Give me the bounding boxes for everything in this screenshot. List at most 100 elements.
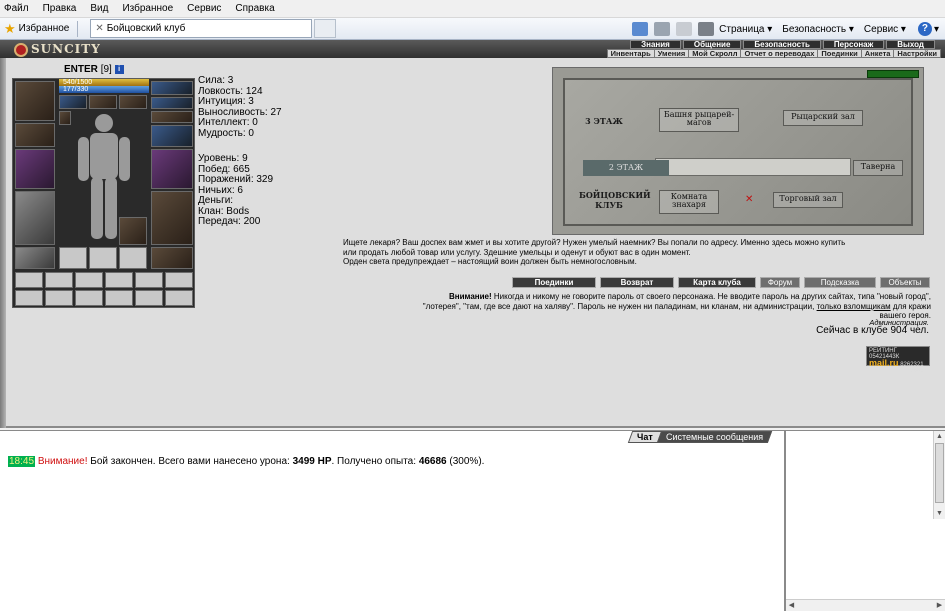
hint-button[interactable]: Подсказка (804, 277, 876, 288)
potion-slot-9[interactable] (75, 290, 103, 306)
menu-edit[interactable]: Правка (43, 3, 77, 14)
subnav-inventory[interactable]: Инвентарь (608, 50, 655, 58)
menu-bar: Файл Правка Вид Избранное Сервис Справка (0, 0, 945, 18)
subnav-skills[interactable]: Умения (655, 50, 690, 58)
scroll-left-icon[interactable]: ◀ (786, 600, 797, 611)
potion-slot-12[interactable] (165, 290, 193, 306)
legs-slot[interactable] (151, 191, 193, 245)
feeds-icon[interactable] (654, 22, 671, 36)
amulet-slot[interactable] (59, 95, 87, 109)
bag-slot-2[interactable] (89, 247, 117, 269)
potion-slot-7[interactable] (15, 290, 43, 306)
character-level: [9] (100, 64, 112, 75)
ring-slot-1[interactable] (89, 95, 117, 109)
browser-window: Файл Правка Вид Избранное Сервис Справка… (0, 0, 945, 611)
room-trade-hall[interactable]: Торговый зал (773, 192, 843, 208)
floor-3-label[interactable]: 3 ЭТАЖ (579, 116, 629, 126)
room-mages-tower[interactable]: Башня рыцарей-магов (659, 108, 739, 132)
subnav-scroll[interactable]: Мой Скролл (689, 50, 742, 58)
users-list-panel: ▲ ▼ ◀ ▶ (784, 430, 945, 611)
subnav-settings[interactable]: Настройки (894, 50, 940, 58)
menu-help[interactable]: Справка (235, 3, 274, 14)
potion-slot-11[interactable] (135, 290, 163, 306)
help-icon[interactable]: ? (917, 22, 932, 36)
suncity-logo: SUNCITY (14, 42, 106, 58)
potion-slot-3[interactable] (75, 272, 103, 288)
bracers-slot[interactable] (15, 123, 55, 147)
print-icon[interactable] (698, 22, 715, 36)
belt-slot[interactable] (15, 247, 55, 269)
scroll-down-icon[interactable]: ▼ (934, 508, 945, 519)
nav-exit[interactable]: Выход (886, 40, 935, 49)
weapon-slot[interactable] (15, 149, 55, 189)
new-tab-button[interactable] (314, 19, 337, 38)
menu-view[interactable]: Вид (90, 3, 108, 14)
scroll-thumb[interactable] (935, 443, 944, 503)
home-icon[interactable] (632, 22, 649, 36)
vertical-scrollbar[interactable]: ▲ ▼ (933, 431, 945, 519)
armor-slot[interactable] (15, 191, 55, 245)
info-icon[interactable]: i (114, 64, 124, 74)
map-status-bar (867, 70, 919, 78)
hackers-link[interactable]: только взломщикам (817, 302, 891, 311)
subnav-profile[interactable]: Анкета (862, 50, 895, 58)
boots-slot[interactable] (151, 247, 193, 269)
safety-menu[interactable]: Безопасность ▾ (782, 24, 854, 35)
duels-button[interactable]: Поединки (512, 277, 596, 288)
mailru-rating-counter[interactable]: РЕЙТИНГ 05421443К mail.ru 8262321 28067 (866, 346, 930, 374)
back-button[interactable]: Возврат (600, 277, 674, 288)
bag-slot-1[interactable] (59, 247, 87, 269)
subnav-duels[interactable]: Поединки (818, 50, 862, 58)
menu-favorites[interactable]: Избранное (122, 3, 173, 14)
horizontal-scrollbar[interactable]: ◀ ▶ (786, 599, 945, 611)
map-corridor (655, 158, 851, 176)
rune-slot-1[interactable] (151, 97, 193, 109)
favorites-button[interactable]: Избранное (19, 23, 70, 34)
menu-file[interactable]: Файл (4, 3, 29, 14)
location-description: Ищете лекаря? Ваш доспех вам жмет и вы х… (343, 238, 846, 266)
nav-security[interactable]: Безопасность (743, 40, 821, 49)
subnav-transfers[interactable]: Отчет о переводах (741, 50, 819, 58)
potion-slot-6[interactable] (165, 272, 193, 288)
room-knights-hall[interactable]: Рыцарский зал (783, 110, 863, 126)
potion-slot-8[interactable] (45, 290, 73, 306)
potion-slot-1[interactable] (15, 272, 43, 288)
shield-slot[interactable] (151, 149, 193, 189)
browser-tab[interactable]: ✕ Бойцовский клуб (90, 19, 313, 38)
tab-system-messages[interactable]: Системные сообщения (656, 431, 773, 443)
forum-button[interactable]: Форум (760, 277, 800, 288)
rune-slot-2[interactable] (151, 111, 193, 123)
character-panel: 540/1500 177/330 (12, 78, 195, 308)
club-map-button[interactable]: Карта клуба (678, 277, 756, 288)
potion-slot-5[interactable] (135, 272, 163, 288)
scroll-right-icon[interactable]: ▶ (934, 600, 945, 611)
room-tavern[interactable]: Таверна (853, 160, 903, 176)
potion-slot-2[interactable] (45, 272, 73, 288)
mail-icon[interactable] (676, 22, 693, 36)
room-healer[interactable]: Комната знахаря (659, 190, 719, 214)
stat-intellect: Интеллект: 0 (198, 117, 258, 128)
objects-button[interactable]: Объекты (880, 277, 930, 288)
message-time: 18:45 (8, 456, 36, 467)
nav-character[interactable]: Персонаж (822, 40, 885, 49)
potion-slot-4[interactable] (105, 272, 133, 288)
pet-slot[interactable] (119, 217, 147, 245)
potion-slot-10[interactable] (105, 290, 133, 306)
rune-slot-3[interactable] (151, 125, 193, 147)
earring-slot[interactable] (59, 111, 71, 125)
ring-slot-2[interactable] (119, 95, 147, 109)
character-name[interactable]: ENTER [9] i (64, 64, 124, 75)
bag-slot-3[interactable] (119, 247, 147, 269)
tools-menu[interactable]: Сервис ▾ (864, 24, 906, 35)
help-dropdown-icon[interactable]: ▾ (934, 24, 939, 35)
menu-tools[interactable]: Сервис (187, 3, 221, 14)
helmet-slot[interactable] (15, 81, 55, 121)
gloves-slot[interactable] (151, 81, 193, 95)
floor-2-button[interactable]: 2 ЭТАЖ (583, 160, 669, 176)
page-menu[interactable]: Страница ▾ (719, 24, 772, 35)
favorites-star-icon[interactable]: ★ (4, 21, 16, 37)
scroll-up-icon[interactable]: ▲ (934, 431, 945, 442)
nav-knowledge[interactable]: Знания (630, 40, 681, 49)
nav-communication[interactable]: Общение (682, 40, 742, 49)
character-stats: Сила: 3 Ловкость: 124 Интуиция: 3 Выносл… (198, 75, 282, 139)
